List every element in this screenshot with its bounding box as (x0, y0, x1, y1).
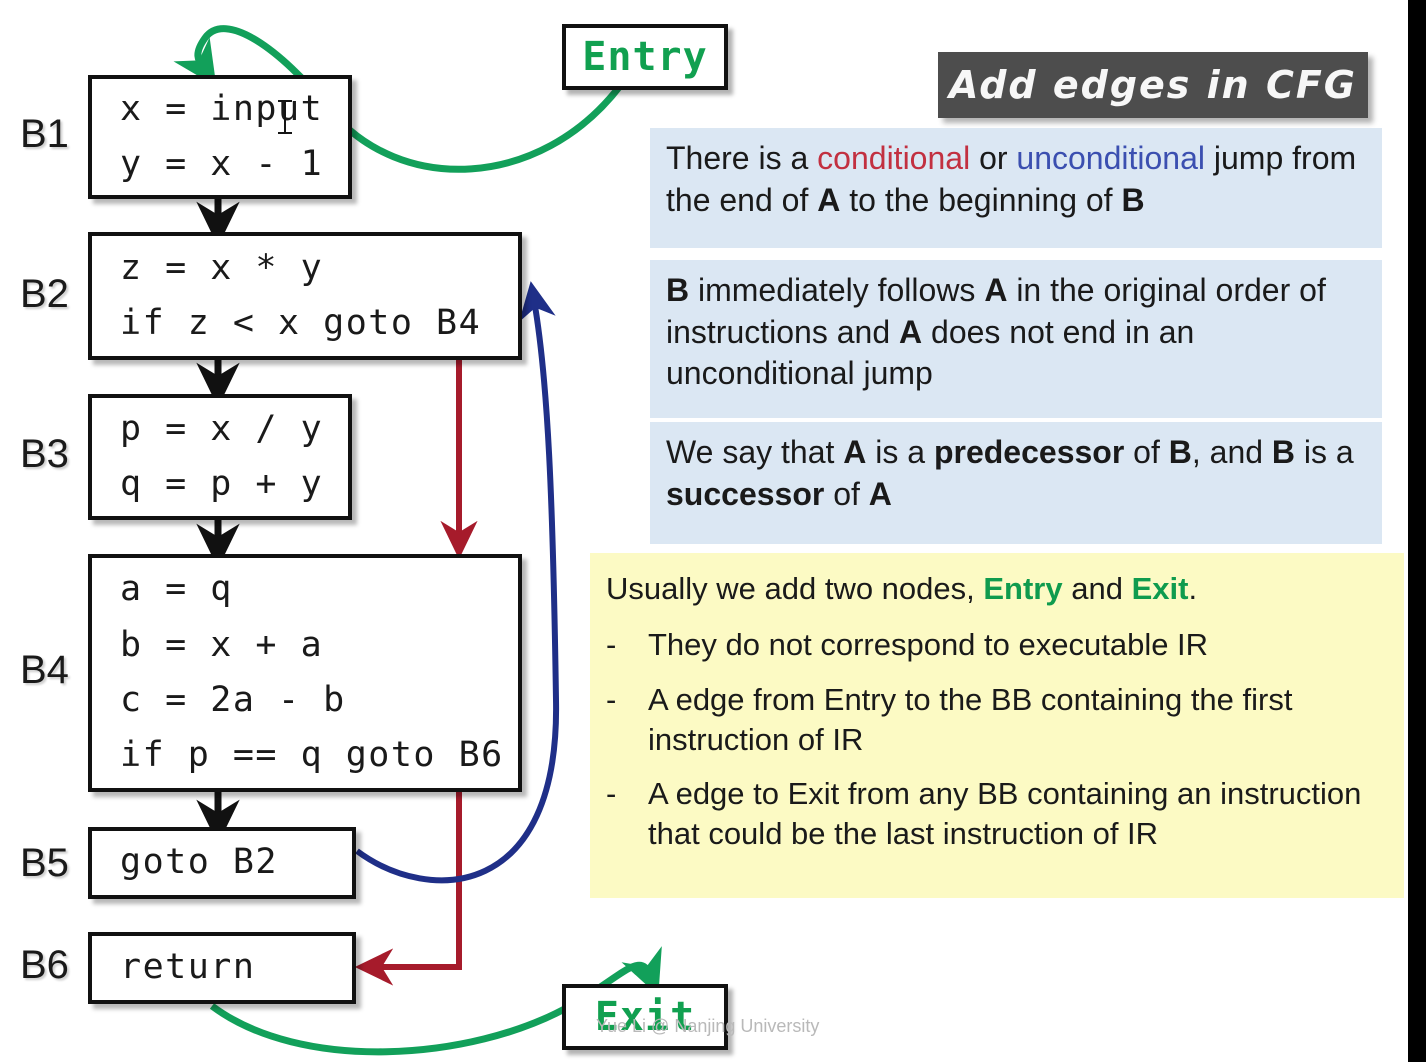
block-label-b1: B1 (20, 112, 69, 156)
info-box-jump-rule-text: There is a conditional or unconditional … (666, 140, 1357, 218)
note-box-entry-exit: Usually we add two nodes, Entry and Exit… (590, 553, 1404, 898)
block-label-b5: B5 (20, 841, 69, 885)
slide-frame-right-bar (1408, 0, 1426, 1062)
basic-block-b1-code: x = input y = x - 1 (120, 88, 324, 184)
note-list-item: - They do not correspond to executable I… (606, 625, 1386, 665)
note-list-item-text: They do not correspond to executable IR (648, 627, 1209, 663)
note-list-item: - A edge to Exit from any BB containing … (606, 774, 1386, 855)
block-label-b3: B3 (20, 432, 69, 476)
note-list-item: - A edge from Entry to the BB containing… (606, 680, 1386, 761)
basic-block-b3-code: p = x / y q = p + y (120, 408, 324, 504)
info-box-jump-rule: There is a conditional or unconditional … (650, 128, 1382, 248)
info-box-fallthrough-rule: B immediately follows A in the original … (650, 260, 1382, 418)
slide-title: Add edges in CFG (948, 63, 1357, 107)
watermark: Yue Li @ Nanjing University (596, 1016, 820, 1036)
basic-block-b5-code: goto B2 (120, 842, 279, 883)
entry-node-label: Entry (582, 34, 708, 80)
slide-title-banner: Add edges in CFG (938, 52, 1368, 118)
basic-block-b6-code: return (120, 947, 256, 988)
block-label-b6: B6 (20, 943, 69, 987)
slide-canvas: Entry Exit B1 x = input y = x - 1 B2 z =… (0, 0, 1426, 1062)
basic-block-b3[interactable]: p = x / y q = p + y (88, 394, 352, 520)
block-label-b4: B4 (20, 648, 69, 692)
note-heading: Usually we add two nodes, Entry and Exit… (606, 571, 1198, 606)
basic-block-b4[interactable]: a = q b = x + a c = 2a - b if p == q got… (88, 554, 522, 792)
note-bullet-dash: - (606, 681, 617, 717)
note-bullet-dash: - (606, 627, 617, 663)
entry-node[interactable]: Entry (562, 24, 728, 90)
info-box-fallthrough-rule-text: B immediately follows A in the original … (666, 272, 1326, 392)
basic-block-b4-code: a = q b = x + a c = 2a - b if p == q got… (120, 569, 504, 776)
basic-block-b6[interactable]: return (88, 932, 356, 1004)
basic-block-b1[interactable]: x = input y = x - 1 (88, 75, 352, 199)
basic-block-b2-code: z = x * y if z < x goto B4 (120, 247, 482, 343)
text-caret-icon (278, 100, 292, 134)
block-label-b2: B2 (20, 272, 69, 316)
basic-block-b2[interactable]: z = x * y if z < x goto B4 (88, 232, 522, 360)
basic-block-b5[interactable]: goto B2 (88, 827, 356, 899)
info-box-predecessor-successor-text: We say that A is a predecessor of B, and… (666, 434, 1354, 512)
note-bullet-dash: - (606, 776, 617, 812)
edge-b4-b6-conditional (354, 791, 462, 986)
note-list-item-text: A edge from Entry to the BB containing t… (648, 681, 1293, 757)
note-list-item-text: A edge to Exit from any BB containing an… (648, 776, 1362, 852)
info-box-predecessor-successor: We say that A is a predecessor of B, and… (650, 422, 1382, 544)
